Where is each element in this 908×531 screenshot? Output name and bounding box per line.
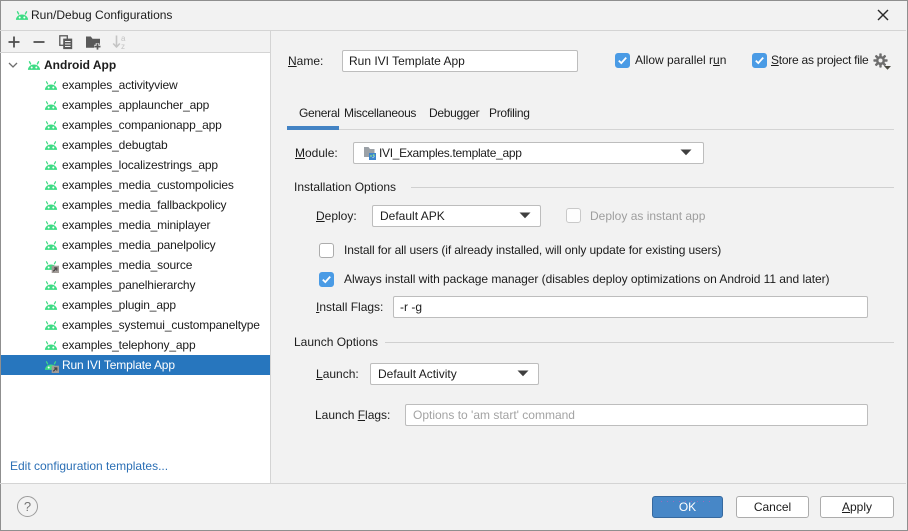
svg-text:z: z (121, 42, 125, 50)
